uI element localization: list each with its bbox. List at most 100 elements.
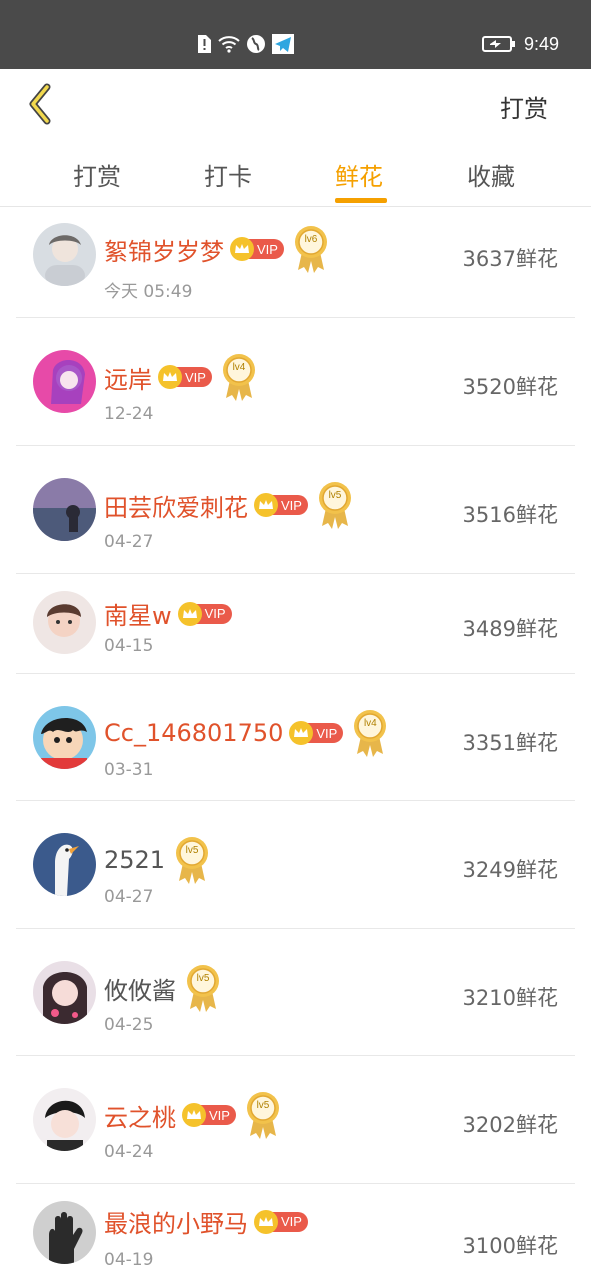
level-label: lv5 [185,845,199,856]
wifi-icon [218,36,240,53]
list-item[interactable]: 南星w VIP 04-15 3489鲜花 [16,574,575,674]
avatar[interactable] [33,223,96,286]
name-line: 攸攸酱 lv5 [104,963,222,1013]
tab-bar: 打赏 打卡 鲜花 收藏 [0,139,591,207]
username[interactable]: 最浪的小野马 [104,1204,248,1239]
level-medal-icon: lv5 [184,963,222,1013]
avatar[interactable] [33,961,96,1024]
crown-icon [230,237,254,261]
avatar[interactable] [33,591,96,654]
username[interactable]: 攸攸酱 [104,971,176,1006]
level-label: lv5 [196,973,210,984]
username[interactable]: 田芸欣爱刺花 [104,488,248,523]
avatar[interactable] [33,478,96,541]
vip-badge: VIP [158,365,212,389]
vip-label: VIP [281,1214,302,1229]
name-line: Cc_146801750 VIP lv4 [104,708,389,758]
status-bar: 9:49 [0,0,591,69]
flower-amount: 3489鲜花 [462,617,558,641]
username[interactable]: 絮锦岁岁梦 [104,232,224,267]
vip-badge: VIP [254,493,308,517]
vip-badge: VIP [177,601,232,626]
flower-amount: 3637鲜花 [462,247,558,271]
crown-icon [289,721,314,745]
page-header: 打赏 [0,69,591,139]
crown-icon [254,493,278,517]
flower-amount: 3249鲜花 [462,858,558,882]
reward-date: 04-15 [104,636,154,656]
vip-badge: VIP [254,1209,308,1234]
crown-icon [158,365,182,389]
crown-icon [254,1209,278,1234]
chevron-left-icon [29,83,51,125]
level-label: lv5 [256,1100,270,1111]
vip-label: VIP [316,725,338,741]
avatar[interactable] [33,706,96,769]
level-medal-icon: lv5 [173,835,211,885]
avatar[interactable] [33,350,96,413]
username[interactable]: 云之桃 [104,1098,176,1133]
vip-label: VIP [257,241,278,257]
active-tab-indicator [335,198,387,203]
reward-date: 03-31 [104,760,154,780]
avatar[interactable] [33,1088,96,1151]
status-icons [196,32,294,56]
username[interactable]: 远岸 [104,360,152,395]
reward-date: 04-27 [104,532,154,552]
name-line: 2521 lv5 [104,835,211,885]
name-line: 絮锦岁岁梦 VIP lv6 [104,224,330,274]
reward-action-button[interactable]: 打赏 [500,89,548,124]
reward-date: 04-25 [104,1015,154,1035]
vip-label: VIP [185,369,206,385]
avatar[interactable] [33,833,96,896]
tab-checkin[interactable]: 打卡 [204,157,252,192]
tab-favorites[interactable]: 收藏 [467,157,515,192]
list-item[interactable]: 最浪的小野马 VIP 04-19 3100鲜花 [16,1184,575,1280]
name-line: 远岸 VIP lv4 [104,352,258,402]
status-right: 9:49 [481,32,559,56]
flower-amount: 3351鲜花 [462,731,558,755]
level-medal-icon: lv4 [220,352,258,402]
name-line: 田芸欣爱刺花 VIP lv5 [104,480,354,530]
name-line: 最浪的小野马 VIP [104,1204,308,1239]
vip-badge: VIP [230,237,284,261]
avatar[interactable] [33,1201,96,1264]
level-label: lv5 [328,490,342,501]
sim-alert-icon [198,35,211,53]
level-medal-icon: lv6 [292,224,330,274]
username[interactable]: Cc_146801750 [104,719,283,747]
tab-reward[interactable]: 打赏 [73,157,121,192]
back-button[interactable] [20,81,60,127]
level-label: lv6 [304,234,318,245]
level-medal-icon: lv5 [316,480,354,530]
vip-label: VIP [209,1107,230,1123]
flower-amount: 3210鲜花 [462,986,558,1010]
status-time: 9:49 [523,33,559,54]
list-item[interactable]: 田芸欣爱刺花 VIP lv5 04-27 3516鲜花 [16,446,575,574]
list-item[interactable]: 攸攸酱 lv5 04-25 3210鲜花 [16,929,575,1056]
username[interactable]: 2521 [104,846,165,874]
globe-icon [247,35,265,53]
level-medal-icon: lv5 [244,1090,282,1140]
level-label: lv4 [363,718,377,729]
name-line: 南星w VIP [104,596,232,631]
level-label: lv4 [232,362,246,373]
crown-icon [177,601,202,626]
list-item[interactable]: Cc_146801750 VIP lv4 03-31 3351鲜花 [16,674,575,801]
list-item[interactable]: 远岸 VIP lv4 12-24 3520鲜花 [16,318,575,446]
username[interactable]: 南星w [104,596,172,631]
list-item[interactable]: 云之桃 VIP lv5 04-24 3202鲜花 [16,1056,575,1184]
flower-amount: 3520鲜花 [462,375,558,399]
battery-charging-icon [481,36,515,52]
reward-date: 今天 05:49 [104,282,193,302]
name-line: 云之桃 VIP lv5 [104,1090,282,1140]
list-item[interactable]: 絮锦岁岁梦 VIP lv6 今天 05:49 3637鲜花 [16,208,575,318]
reward-date: 04-27 [104,887,154,907]
tab-flowers[interactable]: 鲜花 [335,157,383,192]
vip-badge: VIP [182,1103,236,1127]
level-medal-icon: lv4 [351,708,389,758]
vip-badge: VIP [289,721,344,745]
reward-date: 12-24 [104,404,154,424]
list-item[interactable]: 2521 lv5 04-27 3249鲜花 [16,801,575,929]
vip-label: VIP [204,606,226,621]
